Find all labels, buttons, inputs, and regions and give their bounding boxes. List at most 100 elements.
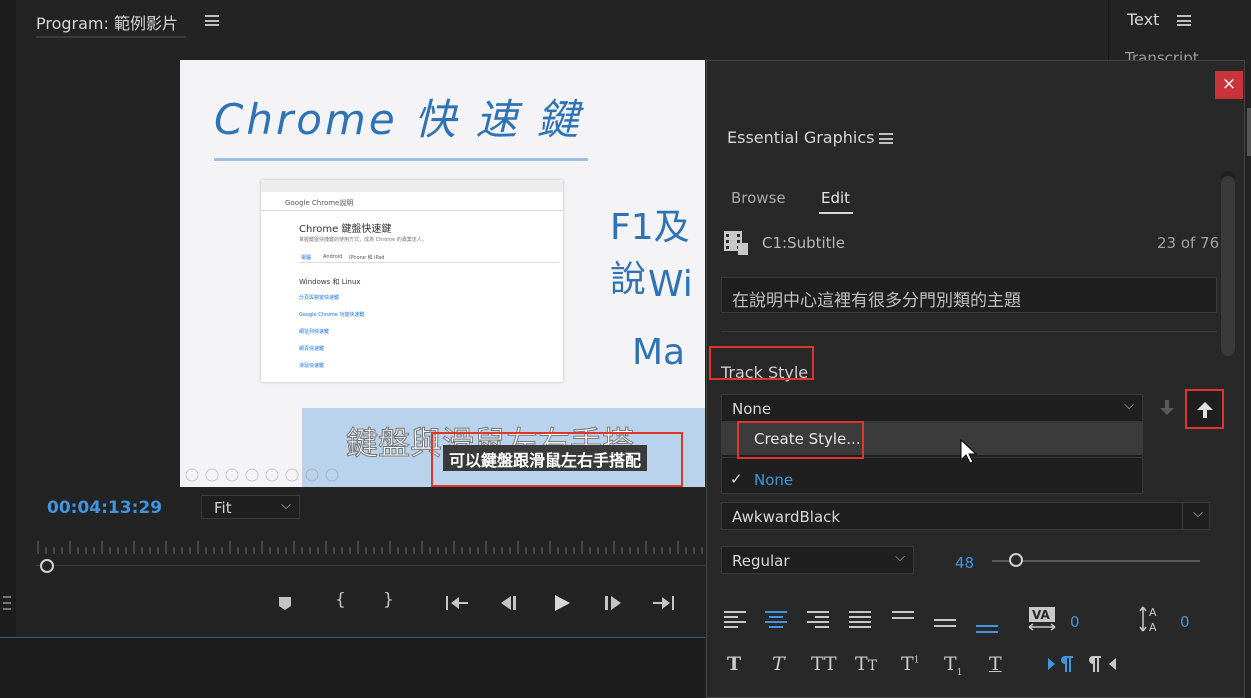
- page-link-3: 網址列快速鍵: [299, 329, 330, 335]
- go-to-in-icon[interactable]: [445, 594, 469, 616]
- fit-value: Fit: [214, 499, 232, 517]
- ltr-paragraph-icon[interactable]: [1047, 654, 1075, 678]
- add-marker-icon[interactable]: [277, 594, 293, 612]
- subtitle-highlight-box: [431, 432, 683, 487]
- player-controls-ghost: [184, 467, 354, 483]
- track-style-highlight: [709, 346, 814, 380]
- eg-title[interactable]: Essential Graphics: [727, 128, 874, 147]
- caption-text-value: 在說明中心這裡有很多分門別類的主題: [732, 291, 1021, 311]
- font-size-value[interactable]: 48: [955, 554, 974, 572]
- close-button[interactable]: ×: [1215, 71, 1243, 99]
- playhead-handle[interactable]: [40, 559, 54, 573]
- justify-icon[interactable]: [849, 610, 871, 632]
- page-link-4: 網頁快速鍵: [299, 346, 325, 352]
- go-to-out-icon[interactable]: [652, 594, 676, 616]
- eg-scrollbar-thumb[interactable]: [1221, 176, 1235, 356]
- chevron-down-icon: ⌵: [1193, 506, 1203, 521]
- chevron-down-icon: ⌵: [1124, 398, 1134, 413]
- leading-value[interactable]: 0: [1180, 613, 1190, 631]
- mark-in-icon[interactable]: {: [335, 590, 346, 610]
- page-tab-2: Android: [323, 254, 343, 260]
- svg-text:A: A: [1149, 606, 1157, 619]
- chevron-down-icon: ⌵: [895, 550, 905, 565]
- align-center-icon[interactable]: [765, 610, 787, 632]
- browser-toolbar: [261, 180, 563, 192]
- mouse-cursor-icon: [960, 438, 980, 469]
- mark-out-icon[interactable]: }: [383, 590, 394, 610]
- create-style-highlight: [737, 421, 864, 459]
- browser-divider: [261, 210, 563, 211]
- program-monitor-panel: Program: 範例影片 Chrome 快 速 鍵 F1及說 Wi Ma Go…: [0, 0, 705, 640]
- fit-dropdown[interactable]: Fit ⌵: [201, 495, 300, 519]
- push-style-down-icon[interactable]: [1159, 399, 1175, 421]
- page-link-1: 分頁與視窗快速鍵: [299, 295, 340, 301]
- caption-text-field[interactable]: 在說明中心這裡有很多分門別類的主題: [721, 277, 1217, 313]
- eg-menu-icon[interactable]: [879, 133, 893, 144]
- align-top-icon[interactable]: [892, 607, 914, 626]
- page-sub: 掌握鍵盤快捷鍵的使用方式，成為 Chrome 的專業達人。: [299, 237, 427, 243]
- underline-icon[interactable]: T: [989, 653, 1002, 675]
- app-window: Program: 範例影片 Chrome 快 速 鍵 F1及說 Wi Ma Go…: [0, 0, 1251, 698]
- page-tab-1: 電腦: [301, 255, 312, 261]
- align-bottom-icon[interactable]: [976, 621, 998, 640]
- font-size-slider-track[interactable]: [992, 560, 1200, 562]
- small-caps-icon[interactable]: TT: [855, 653, 877, 675]
- rtl-paragraph-icon[interactable]: [1089, 654, 1117, 678]
- svg-text:A: A: [1149, 621, 1157, 634]
- align-left-icon[interactable]: [724, 610, 746, 632]
- italic-icon[interactable]: T: [772, 653, 785, 675]
- chevron-down-icon: ⌵: [281, 498, 291, 513]
- video-frame[interactable]: Chrome 快 速 鍵 F1及說 Wi Ma Google Chrome說明 …: [180, 60, 705, 487]
- program-menu-icon[interactable]: [205, 15, 219, 26]
- push-style-highlight: [1185, 389, 1224, 429]
- playhead-timecode[interactable]: 00:04:13:29: [47, 498, 162, 518]
- font-weight-value: Regular: [732, 552, 790, 570]
- program-title[interactable]: Program: 範例影片: [36, 10, 178, 34]
- page-heading: Chrome 鍵盤快速鍵: [299, 224, 392, 235]
- align-right-icon[interactable]: [807, 610, 829, 632]
- text-panel-title[interactable]: Text: [1127, 10, 1159, 29]
- menu-item-none[interactable]: None: [754, 471, 793, 489]
- align-middle-icon[interactable]: [934, 615, 956, 634]
- leading-icon[interactable]: AA: [1139, 604, 1167, 638]
- superscript-icon[interactable]: T1: [901, 653, 919, 675]
- text-panel-scrollbar[interactable]: [1247, 108, 1251, 156]
- subscript-icon[interactable]: T1: [944, 653, 962, 678]
- video-heading: Chrome 快 速 鍵: [214, 95, 582, 144]
- step-back-icon[interactable]: [498, 594, 518, 616]
- play-icon[interactable]: [552, 593, 572, 617]
- page-section: Windows 和 Linux: [299, 278, 361, 286]
- font-family-value: AwkwardBlack: [732, 508, 841, 526]
- track-style-value: None: [732, 400, 772, 418]
- kerning-icon[interactable]: VA: [1028, 606, 1058, 636]
- check-icon: ✓: [730, 470, 743, 488]
- section-divider: [721, 331, 1217, 332]
- font-family-dropdown[interactable]: AwkwardBlack ⌵: [721, 502, 1210, 530]
- clip-name: C1:Subtitle: [762, 234, 845, 252]
- title-underline: [36, 36, 186, 38]
- time-ruler[interactable]: [36, 540, 705, 556]
- scrub-track[interactable]: [36, 565, 705, 566]
- clip-count: 23 of 76: [1157, 234, 1220, 252]
- track-style-dropdown[interactable]: None ⌵: [721, 394, 1143, 422]
- font-dropdown-divider: [1182, 503, 1183, 529]
- browser-title: Google Chrome說明: [285, 199, 354, 207]
- step-forward-icon[interactable]: [604, 594, 624, 616]
- bold-icon[interactable]: T: [727, 653, 741, 675]
- page-link-2: Google Chrome 功能快速鍵: [299, 312, 365, 318]
- drag-handle-icon[interactable]: [3, 595, 11, 613]
- heading-underline: [214, 158, 588, 161]
- font-size-slider-handle[interactable]: [1009, 553, 1023, 567]
- tab-edit[interactable]: Edit: [821, 189, 850, 207]
- tabs-divider: [299, 262, 559, 263]
- svg-text:VA: VA: [1032, 608, 1050, 622]
- all-caps-icon[interactable]: TT: [811, 653, 837, 675]
- tab-edit-underline: [819, 212, 853, 214]
- kerning-value[interactable]: 0: [1070, 613, 1080, 631]
- timeline-panel[interactable]: [0, 637, 705, 698]
- text-panel-menu-icon[interactable]: [1177, 15, 1191, 26]
- essential-graphics-panel: × Essential Graphics Browse Edit C1:Subt…: [706, 60, 1245, 698]
- page-tab-3: iPhone 和 iPad: [349, 255, 385, 261]
- font-weight-dropdown[interactable]: Regular ⌵: [721, 546, 914, 574]
- tab-browse[interactable]: Browse: [731, 189, 786, 207]
